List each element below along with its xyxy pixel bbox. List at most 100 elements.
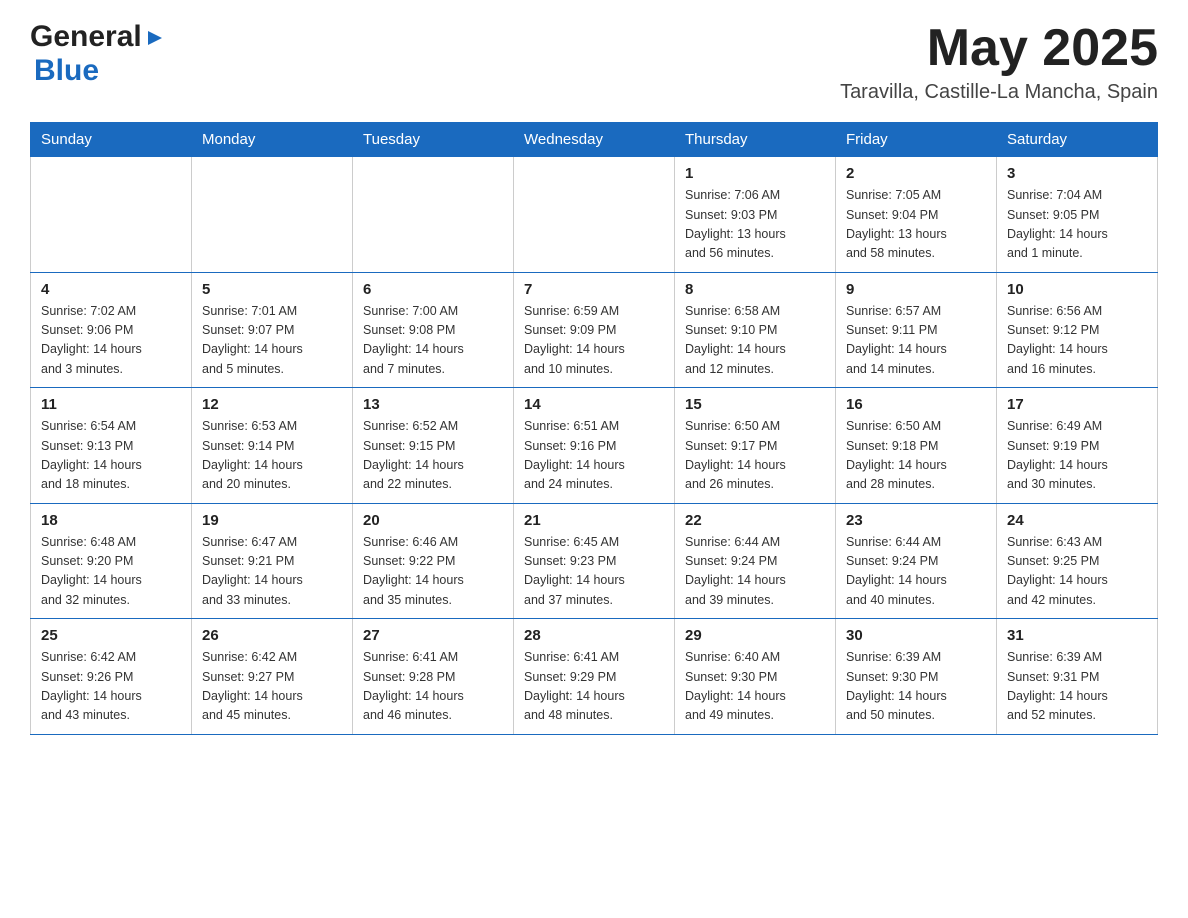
day-number: 18	[41, 512, 181, 529]
calendar-cell: 16 Sunrise: 6:50 AM Sunset: 9:18 PM Dayli…	[836, 388, 997, 504]
day-info: Sunrise: 7:04 AM Sunset: 9:05 PM Dayligh…	[1007, 186, 1147, 264]
day-number: 15	[685, 396, 825, 413]
day-number: 7	[524, 281, 664, 298]
day-info: Sunrise: 6:44 AM Sunset: 9:24 PM Dayligh…	[846, 533, 986, 611]
day-info: Sunrise: 6:41 AM Sunset: 9:29 PM Dayligh…	[524, 648, 664, 726]
day-info: Sunrise: 6:59 AM Sunset: 9:09 PM Dayligh…	[524, 302, 664, 380]
day-number: 1	[685, 165, 825, 182]
day-number: 28	[524, 627, 664, 644]
calendar-week-row: 4 Sunrise: 7:02 AM Sunset: 9:06 PM Daylig…	[31, 272, 1158, 388]
day-number: 5	[202, 281, 342, 298]
calendar-cell: 30 Sunrise: 6:39 AM Sunset: 9:30 PM Dayli…	[836, 619, 997, 735]
logo: General Blue	[30, 20, 166, 88]
calendar-cell: 19 Sunrise: 6:47 AM Sunset: 9:21 PM Dayli…	[192, 503, 353, 619]
weekday-header-wednesday: Wednesday	[514, 123, 675, 157]
calendar-cell: 17Sunrise: 6:49 AM Sunset: 9:19 PM Dayli…	[997, 388, 1158, 504]
weekday-header-sunday: Sunday	[31, 123, 192, 157]
calendar-cell: 1 Sunrise: 7:06 AM Sunset: 9:03 PM Daylig…	[675, 157, 836, 273]
day-info: Sunrise: 6:52 AM Sunset: 9:15 PM Dayligh…	[363, 417, 503, 495]
day-info: Sunrise: 6:45 AM Sunset: 9:23 PM Dayligh…	[524, 533, 664, 611]
calendar-cell: 5Sunrise: 7:01 AM Sunset: 9:07 PM Daylig…	[192, 272, 353, 388]
day-number: 22	[685, 512, 825, 529]
calendar-cell: 22 Sunrise: 6:44 AM Sunset: 9:24 PM Dayli…	[675, 503, 836, 619]
day-info: Sunrise: 7:02 AM Sunset: 9:06 PM Dayligh…	[41, 302, 181, 380]
calendar-cell: 23Sunrise: 6:44 AM Sunset: 9:24 PM Dayli…	[836, 503, 997, 619]
day-number: 29	[685, 627, 825, 644]
calendar-cell	[31, 157, 192, 273]
calendar-cell: 13 Sunrise: 6:52 AM Sunset: 9:15 PM Dayli…	[353, 388, 514, 504]
day-number: 31	[1007, 627, 1147, 644]
day-info: Sunrise: 6:50 AM Sunset: 9:17 PM Dayligh…	[685, 417, 825, 495]
calendar-cell: 7 Sunrise: 6:59 AM Sunset: 9:09 PM Daylig…	[514, 272, 675, 388]
day-number: 14	[524, 396, 664, 413]
day-info: Sunrise: 7:06 AM Sunset: 9:03 PM Dayligh…	[685, 186, 825, 264]
day-number: 6	[363, 281, 503, 298]
title-block: May 2025 Taravilla, Castille-La Mancha, …	[840, 20, 1158, 104]
calendar-cell: 14 Sunrise: 6:51 AM Sunset: 9:16 PM Dayli…	[514, 388, 675, 504]
day-info: Sunrise: 6:44 AM Sunset: 9:24 PM Dayligh…	[685, 533, 825, 611]
calendar-cell: 31 Sunrise: 6:39 AM Sunset: 9:31 PM Dayli…	[997, 619, 1158, 735]
day-number: 17	[1007, 396, 1147, 413]
day-number: 26	[202, 627, 342, 644]
day-number: 25	[41, 627, 181, 644]
day-info: Sunrise: 6:41 AM Sunset: 9:28 PM Dayligh…	[363, 648, 503, 726]
calendar-cell: 24 Sunrise: 6:43 AM Sunset: 9:25 PM Dayli…	[997, 503, 1158, 619]
day-info: Sunrise: 6:40 AM Sunset: 9:30 PM Dayligh…	[685, 648, 825, 726]
calendar-cell: 11 Sunrise: 6:54 AM Sunset: 9:13 PM Dayli…	[31, 388, 192, 504]
weekday-header-tuesday: Tuesday	[353, 123, 514, 157]
day-number: 4	[41, 281, 181, 298]
day-number: 19	[202, 512, 342, 529]
calendar-cell: 21 Sunrise: 6:45 AM Sunset: 9:23 PM Dayli…	[514, 503, 675, 619]
calendar-cell	[514, 157, 675, 273]
calendar-cell: 6 Sunrise: 7:00 AM Sunset: 9:08 PM Daylig…	[353, 272, 514, 388]
calendar-cell: 8 Sunrise: 6:58 AM Sunset: 9:10 PM Daylig…	[675, 272, 836, 388]
day-info: Sunrise: 6:47 AM Sunset: 9:21 PM Dayligh…	[202, 533, 342, 611]
day-info: Sunrise: 6:58 AM Sunset: 9:10 PM Dayligh…	[685, 302, 825, 380]
day-number: 24	[1007, 512, 1147, 529]
day-info: Sunrise: 6:56 AM Sunset: 9:12 PM Dayligh…	[1007, 302, 1147, 380]
calendar-header-row: SundayMondayTuesdayWednesdayThursdayFrid…	[31, 123, 1158, 157]
calendar-cell: 3 Sunrise: 7:04 AM Sunset: 9:05 PM Daylig…	[997, 157, 1158, 273]
calendar-cell: 26Sunrise: 6:42 AM Sunset: 9:27 PM Dayli…	[192, 619, 353, 735]
day-info: Sunrise: 6:43 AM Sunset: 9:25 PM Dayligh…	[1007, 533, 1147, 611]
weekday-header-saturday: Saturday	[997, 123, 1158, 157]
calendar-cell: 18Sunrise: 6:48 AM Sunset: 9:20 PM Dayli…	[31, 503, 192, 619]
day-number: 13	[363, 396, 503, 413]
weekday-header-thursday: Thursday	[675, 123, 836, 157]
calendar-cell: 2 Sunrise: 7:05 AM Sunset: 9:04 PM Daylig…	[836, 157, 997, 273]
calendar-cell: 10 Sunrise: 6:56 AM Sunset: 9:12 PM Dayli…	[997, 272, 1158, 388]
day-number: 16	[846, 396, 986, 413]
day-number: 3	[1007, 165, 1147, 182]
day-number: 10	[1007, 281, 1147, 298]
day-info: Sunrise: 6:51 AM Sunset: 9:16 PM Dayligh…	[524, 417, 664, 495]
day-number: 21	[524, 512, 664, 529]
day-info: Sunrise: 7:05 AM Sunset: 9:04 PM Dayligh…	[846, 186, 986, 264]
calendar-cell: 9Sunrise: 6:57 AM Sunset: 9:11 PM Daylig…	[836, 272, 997, 388]
calendar-cell: 27 Sunrise: 6:41 AM Sunset: 9:28 PM Dayli…	[353, 619, 514, 735]
logo-general-text: General	[30, 20, 142, 54]
day-info: Sunrise: 7:00 AM Sunset: 9:08 PM Dayligh…	[363, 302, 503, 380]
calendar-cell	[192, 157, 353, 273]
day-number: 8	[685, 281, 825, 298]
day-number: 30	[846, 627, 986, 644]
day-info: Sunrise: 6:57 AM Sunset: 9:11 PM Dayligh…	[846, 302, 986, 380]
page-header: General Blue May 2025 Taravilla, Castill…	[30, 20, 1158, 104]
calendar-cell: 28 Sunrise: 6:41 AM Sunset: 9:29 PM Dayli…	[514, 619, 675, 735]
day-info: Sunrise: 6:53 AM Sunset: 9:14 PM Dayligh…	[202, 417, 342, 495]
day-number: 27	[363, 627, 503, 644]
day-info: Sunrise: 6:54 AM Sunset: 9:13 PM Dayligh…	[41, 417, 181, 495]
day-number: 2	[846, 165, 986, 182]
weekday-header-friday: Friday	[836, 123, 997, 157]
day-info: Sunrise: 6:39 AM Sunset: 9:30 PM Dayligh…	[846, 648, 986, 726]
calendar-cell: 4 Sunrise: 7:02 AM Sunset: 9:06 PM Daylig…	[31, 272, 192, 388]
calendar-table: SundayMondayTuesdayWednesdayThursdayFrid…	[30, 122, 1158, 735]
day-number: 11	[41, 396, 181, 413]
calendar-week-row: 11 Sunrise: 6:54 AM Sunset: 9:13 PM Dayli…	[31, 388, 1158, 504]
day-info: Sunrise: 6:39 AM Sunset: 9:31 PM Dayligh…	[1007, 648, 1147, 726]
day-info: Sunrise: 6:50 AM Sunset: 9:18 PM Dayligh…	[846, 417, 986, 495]
day-number: 12	[202, 396, 342, 413]
calendar-cell: 12 Sunrise: 6:53 AM Sunset: 9:14 PM Dayli…	[192, 388, 353, 504]
calendar-week-row: 1 Sunrise: 7:06 AM Sunset: 9:03 PM Daylig…	[31, 157, 1158, 273]
weekday-header-monday: Monday	[192, 123, 353, 157]
location-text: Taravilla, Castille-La Mancha, Spain	[840, 81, 1158, 104]
